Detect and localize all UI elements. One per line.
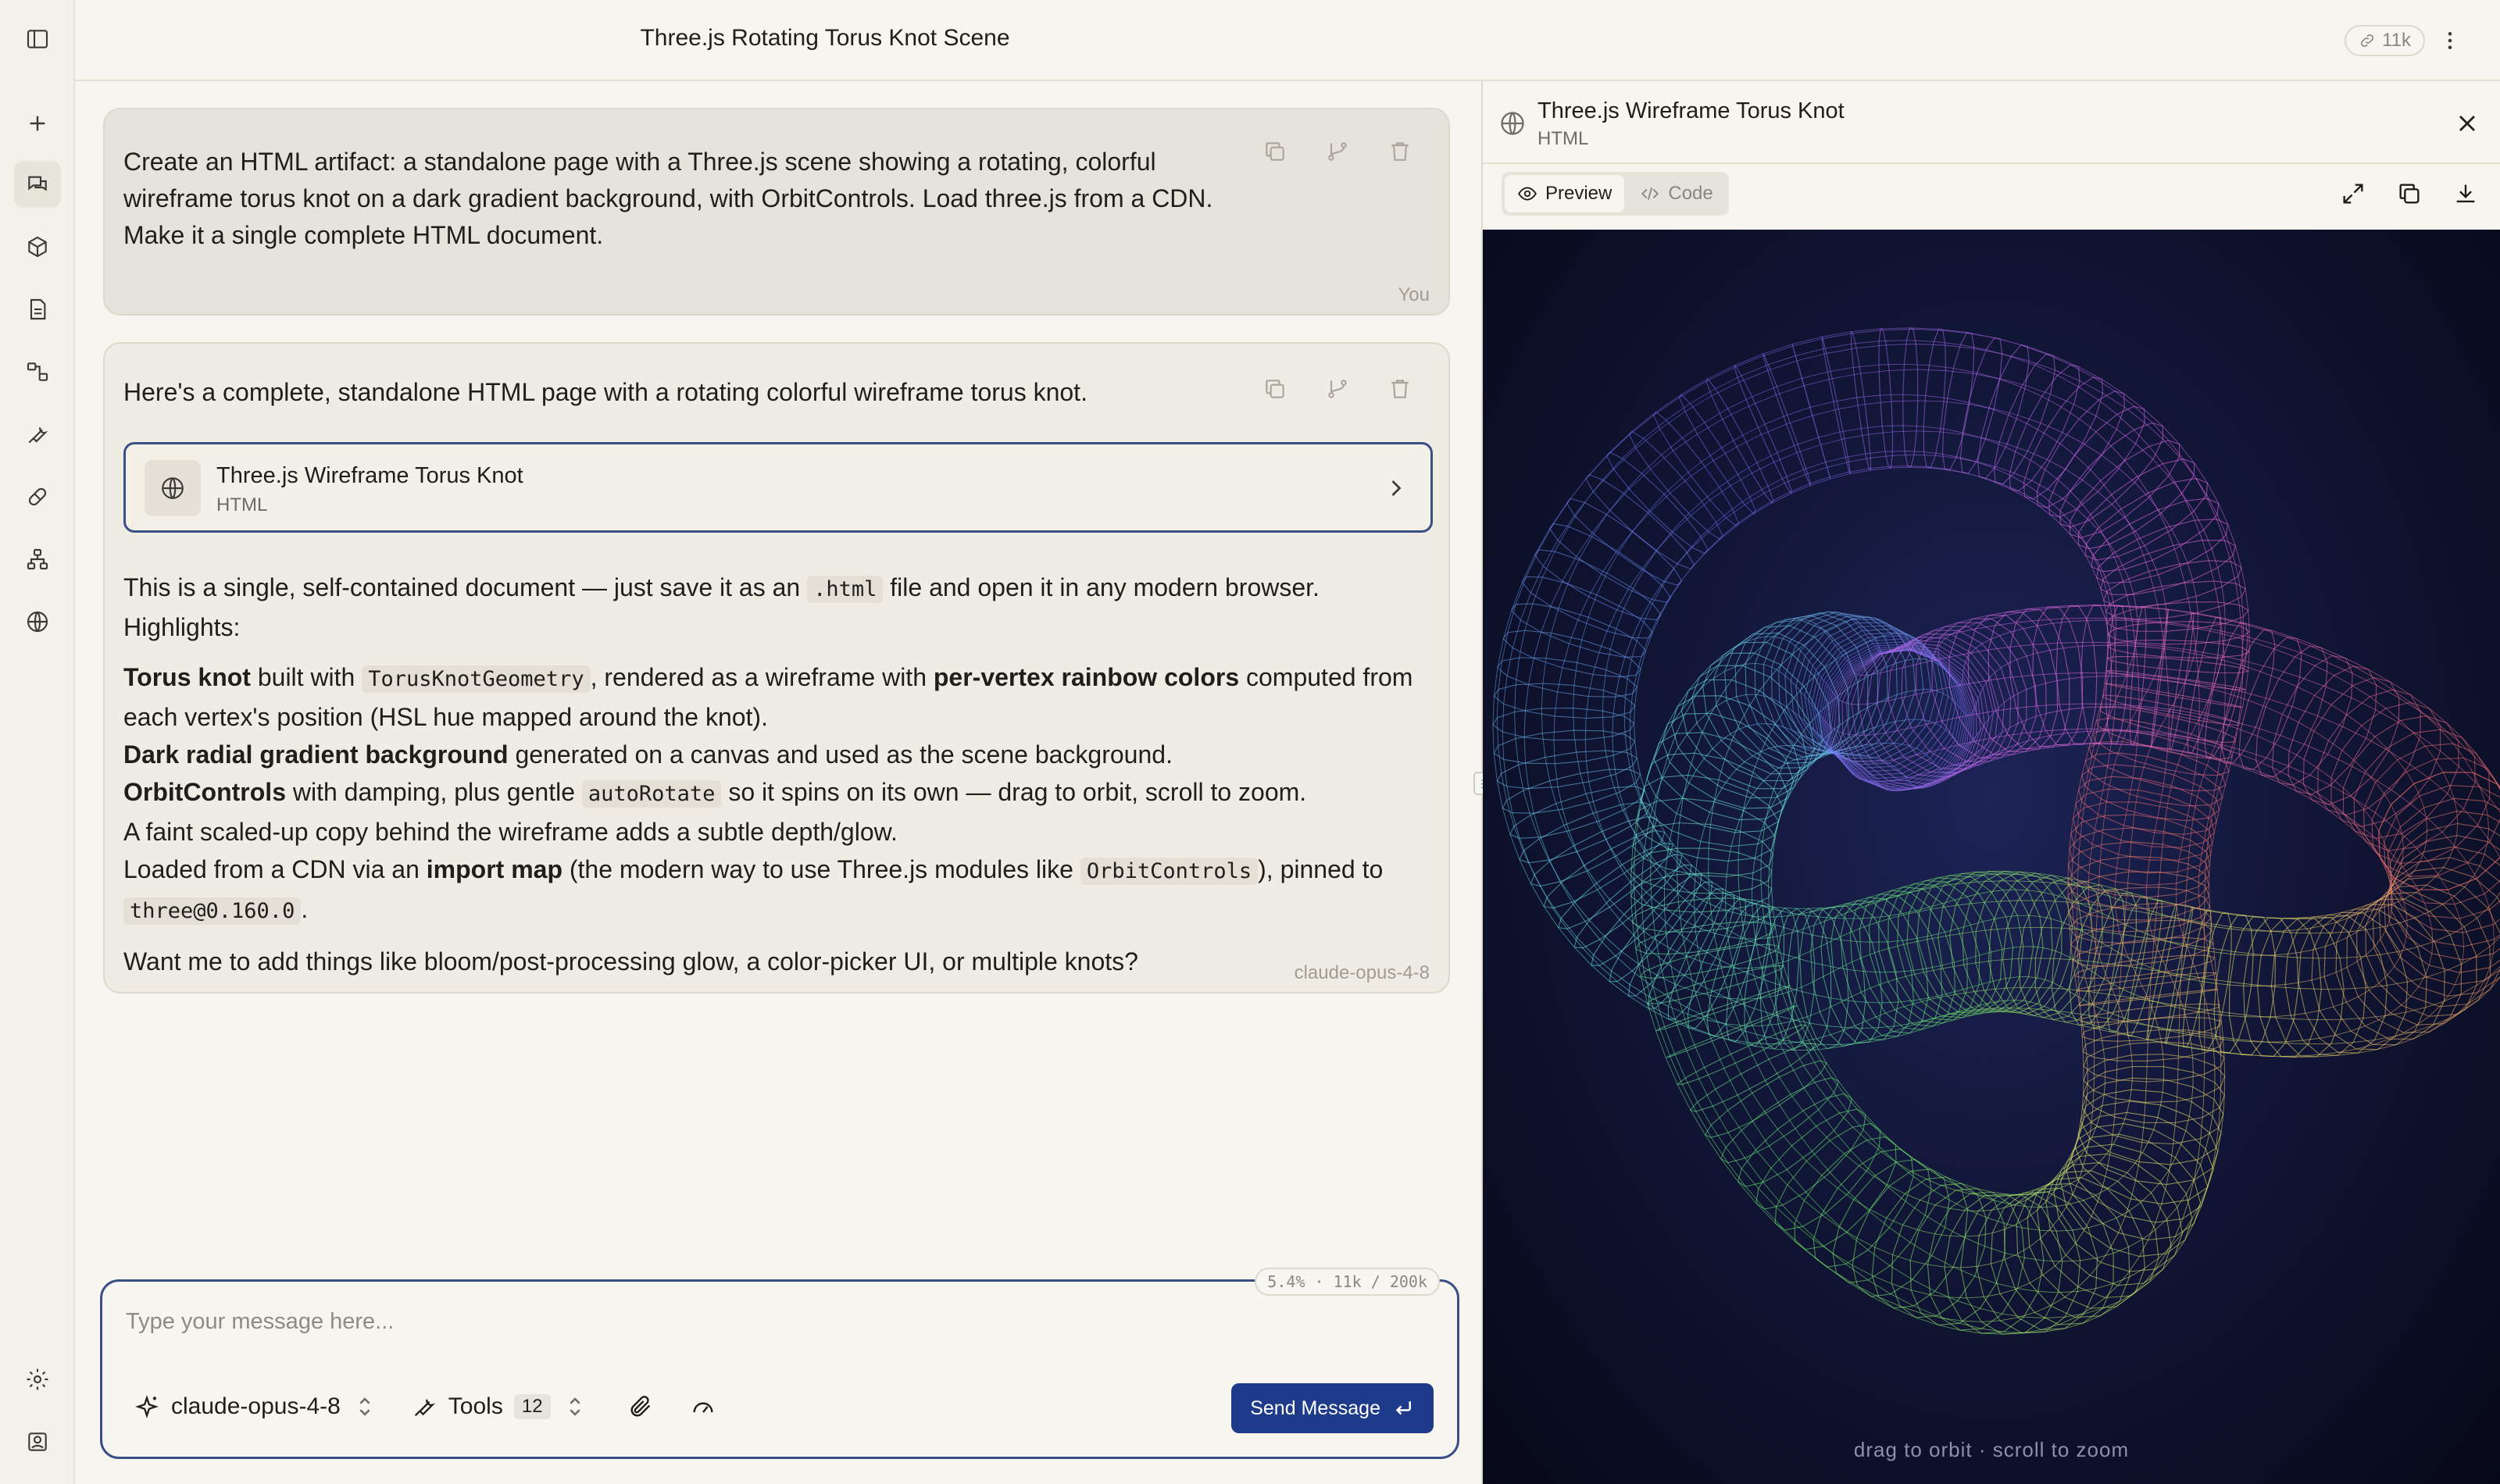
hierarchy-icon[interactable] (14, 536, 61, 583)
sidebar-toggle-icon[interactable] (14, 16, 61, 62)
tab-code-label: Code (1668, 183, 1713, 204)
sparkle-icon (135, 1395, 159, 1418)
highlight-background: Dark radial gradient background generate… (123, 740, 1173, 769)
chevron-right-icon (1391, 480, 1402, 496)
globe-icon[interactable] (14, 598, 61, 645)
artifact-title: Three.js Wireframe Torus Knot (216, 463, 523, 488)
tools-count-badge: 12 (513, 1394, 551, 1419)
model-selector[interactable]: claude-opus-4-8 (134, 1393, 378, 1420)
link-icon (2361, 34, 2374, 48)
highlight-glow: A faint scaled-up copy behind the wirefr… (123, 818, 898, 846)
trash-icon[interactable] (1386, 375, 1414, 403)
trash-icon[interactable] (1386, 137, 1414, 166)
close-icon[interactable] (2453, 109, 2481, 137)
wrench-icon[interactable] (14, 411, 61, 458)
send-label: Send Message (1250, 1397, 1380, 1419)
settings-icon[interactable] (14, 1356, 61, 1403)
tab-code[interactable]: Code (1627, 175, 1725, 212)
preview-hint: drag to orbit · scroll to zoom (1853, 1438, 2130, 1461)
highlight-cdn: Loaded from a CDN via an import map (the… (123, 855, 1384, 925)
branch-icon[interactable] (1323, 137, 1352, 166)
globe-icon (1501, 112, 1524, 135)
assistant-message: Here's a complete, standalone HTML page … (103, 342, 1450, 993)
tab-preview-label: Preview (1545, 183, 1612, 204)
message-actions (1261, 137, 1414, 166)
message-author: You (1398, 284, 1430, 305)
artifact-card[interactable]: Three.js Wireframe Torus Knot HTML (123, 442, 1433, 533)
tab-preview[interactable]: Preview (1505, 175, 1625, 212)
chats-icon[interactable] (14, 161, 61, 208)
artifact-preview-canvas[interactable]: drag to orbit · scroll to zoom (1483, 230, 2500, 1484)
message-input[interactable] (126, 1302, 1298, 1341)
artifact-panel-type: HTML (1538, 128, 1589, 149)
view-toggle: Preview Code (1502, 172, 1729, 216)
closing-question: Want me to add things like bloom/post-pr… (123, 947, 1138, 976)
enter-icon (1395, 1401, 1411, 1415)
tools-selector[interactable]: Tools 12 (411, 1393, 588, 1420)
assistant-body: This is a single, self-contained documen… (123, 569, 1436, 980)
updown-chevron-icon (359, 1397, 370, 1416)
document-icon[interactable] (14, 286, 61, 333)
composer-toolbar: claude-opus-4-8 Tools 12 (134, 1383, 716, 1430)
artifact-panel: Three.js Wireframe Torus Knot HTML Previ… (1483, 81, 2500, 1484)
chat-title: Three.js Rotating Torus Knot Scene (640, 25, 1010, 51)
highlight-controls: OrbitControls with damping, plus gentle … (123, 778, 1307, 808)
token-usage-pill[interactable]: 11k (2345, 25, 2425, 56)
inline-code: autoRotate (581, 780, 722, 808)
body-paragraph: This is a single, self-contained documen… (123, 573, 1320, 641)
left-rail (0, 0, 75, 1484)
artifact-panel-title: Three.js Wireframe Torus Knot (1538, 98, 1845, 123)
wrench-icon (414, 1399, 436, 1417)
artifact-toolbar (2339, 180, 2480, 208)
workflow-icon[interactable] (14, 348, 61, 395)
highlight-torus: Torus knot built with TorusKnotGeometry,… (123, 663, 1413, 731)
inline-code: three@0.160.0 (123, 897, 302, 925)
pill-icon[interactable] (14, 473, 61, 520)
user-icon[interactable] (14, 1418, 61, 1465)
gauge-icon[interactable] (690, 1393, 716, 1420)
send-message-button[interactable]: Send Message (1231, 1383, 1434, 1433)
cube-icon[interactable] (14, 223, 61, 270)
new-chat-icon[interactable] (14, 100, 61, 147)
updown-chevron-icon (569, 1397, 580, 1416)
torus-knot-render (1492, 327, 2500, 1335)
message-model: claude-opus-4-8 (1294, 962, 1430, 983)
model-name: claude-opus-4-8 (171, 1393, 341, 1419)
inline-code: OrbitControls (1080, 858, 1259, 885)
chat-area: Create an HTML artifact: a standalone pa… (75, 81, 1481, 1484)
assistant-intro: Here's a complete, standalone HTML page … (123, 378, 1088, 406)
context-usage-pill: 5.4% · 11k / 200k (1255, 1268, 1440, 1296)
artifact-type: HTML (216, 494, 268, 515)
copy-icon[interactable] (1261, 137, 1289, 166)
eye-icon (1518, 187, 1537, 201)
inline-code: TorusKnotGeometry (362, 665, 591, 693)
user-message: Create an HTML artifact: a standalone pa… (103, 108, 1450, 316)
attach-icon[interactable] (627, 1393, 654, 1420)
branch-icon[interactable] (1323, 375, 1352, 403)
expand-icon[interactable] (2339, 180, 2367, 208)
inline-code: .html (807, 576, 884, 603)
message-actions (1261, 375, 1414, 403)
token-count: 11k (2382, 30, 2411, 51)
download-icon[interactable] (2452, 180, 2480, 208)
copy-icon[interactable] (1261, 375, 1289, 403)
user-message-text: Create an HTML artifact: a standalone pa… (123, 148, 1213, 249)
globe-icon (145, 460, 201, 516)
artifact-panel-header: Three.js Wireframe Torus Knot HTML (1483, 81, 2500, 164)
copy-icon[interactable] (2395, 180, 2423, 208)
more-options-icon[interactable] (2434, 25, 2466, 56)
message-composer: 5.4% · 11k / 200k claude-opus-4-8 Tools … (100, 1268, 1459, 1459)
code-icon (1641, 187, 1659, 200)
top-bar: Three.js Rotating Torus Knot Scene 11k (75, 0, 2500, 81)
tools-label: Tools (448, 1393, 503, 1419)
